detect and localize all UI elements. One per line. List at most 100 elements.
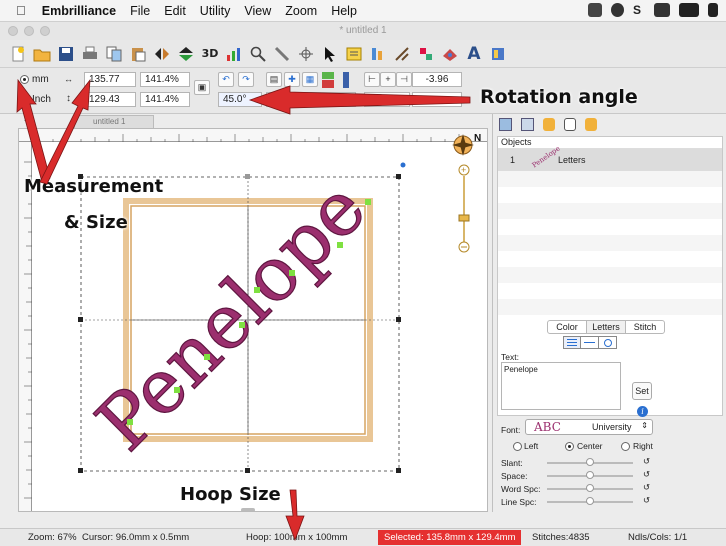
align-right-button[interactable]: ⊣ — [396, 72, 412, 87]
save-icon[interactable] — [56, 44, 76, 64]
text-icon[interactable]: A — [464, 44, 484, 64]
slant-reset-icon[interactable]: ↺ — [643, 456, 650, 467]
slant-knob[interactable] — [586, 458, 594, 466]
object-row[interactable]: 1 Penelope Letters — [498, 144, 722, 171]
stitch-marker — [289, 270, 295, 276]
unlock-icon[interactable] — [564, 118, 576, 131]
open-icon[interactable] — [32, 44, 52, 64]
flip-horizontal-icon[interactable] — [152, 44, 172, 64]
select-arrow-icon[interactable] — [320, 44, 340, 64]
selection-handle-br — [396, 468, 401, 473]
set-button[interactable]: Set — [632, 382, 652, 400]
layout-circle-icon[interactable] — [599, 336, 617, 349]
menu-app[interactable]: Embrilliance — [42, 4, 116, 18]
needle-icon[interactable] — [272, 44, 292, 64]
horizontal-scroll-knob[interactable] — [241, 508, 255, 511]
sequence-icon[interactable] — [368, 44, 388, 64]
grid-button[interactable]: ▦ — [302, 72, 318, 87]
space-reset-icon[interactable]: ↺ — [643, 469, 650, 480]
unit-inch-radio[interactable] — [20, 95, 29, 104]
callout-measurement: Measurement — [24, 176, 164, 197]
tab-untitled-1[interactable]: untitled 1 — [74, 115, 154, 128]
center-button[interactable]: ✚ — [284, 72, 300, 87]
line-space-knob[interactable] — [586, 497, 594, 505]
color-sequence-icon[interactable] — [318, 70, 338, 90]
font-name: University — [592, 422, 632, 432]
sync-icon[interactable] — [611, 3, 624, 17]
chart-icon[interactable] — [224, 44, 244, 64]
empty-row — [498, 267, 722, 283]
align-right-radio[interactable] — [621, 442, 630, 451]
tab-letters[interactable]: Letters — [587, 321, 626, 333]
line-space-reset-icon[interactable]: ↺ — [643, 495, 650, 506]
letters-icon[interactable] — [344, 44, 364, 64]
extra-field-2[interactable] — [266, 92, 356, 107]
display-icon[interactable] — [679, 3, 699, 17]
align-button[interactable]: ▤ — [266, 72, 282, 87]
compass-north-label: N — [474, 133, 481, 144]
flip-vertical-icon[interactable] — [176, 44, 196, 64]
menu-edit[interactable]: Edit — [164, 4, 186, 18]
properties-inspector: Color Letters Stitch Text: Penelope Set … — [497, 320, 723, 508]
new-icon[interactable] — [8, 44, 28, 64]
text-label: Text: — [501, 352, 519, 362]
ungroup-icon[interactable] — [521, 118, 534, 131]
align-left-button[interactable]: ⊢ — [364, 72, 380, 87]
rotation-field[interactable]: 45.0° — [218, 92, 262, 107]
menu-utility[interactable]: Utility — [200, 4, 231, 18]
color-icon[interactable] — [440, 44, 460, 64]
word-space-reset-icon[interactable]: ↺ — [643, 482, 650, 493]
offset-field[interactable]: -3.96 — [412, 72, 462, 87]
paste-icon[interactable] — [128, 44, 148, 64]
height-field[interactable]: 129.43 — [84, 92, 136, 107]
rotate-left-button[interactable]: ↶ — [218, 72, 234, 87]
align-center-radio[interactable] — [565, 442, 574, 451]
height-percent-field[interactable]: 141.4% — [140, 92, 190, 107]
open-lock-icon[interactable] — [585, 118, 597, 131]
unit-mm-radio[interactable] — [20, 75, 29, 84]
tab-scroll-left[interactable]: ◀ — [24, 115, 32, 126]
stitch-marker — [337, 242, 343, 248]
width-field[interactable]: 135.77 — [84, 72, 136, 87]
merge-icon[interactable] — [416, 44, 436, 64]
thread-icon[interactable] — [336, 70, 356, 90]
print-icon[interactable] — [80, 44, 100, 64]
menu-view[interactable]: View — [244, 4, 271, 18]
space-knob[interactable] — [586, 471, 594, 479]
font-select[interactable]: ABC University ⇕ — [525, 419, 653, 435]
library-icon[interactable] — [488, 44, 508, 64]
zoom-icon[interactable] — [248, 44, 268, 64]
align-center-button[interactable]: + — [380, 72, 396, 87]
group-icon[interactable] — [499, 118, 512, 131]
lock-icon[interactable] — [543, 118, 555, 131]
menu-file[interactable]: File — [130, 4, 150, 18]
info-icon[interactable]: i — [637, 406, 648, 417]
battery-icon[interactable] — [708, 3, 718, 17]
text-input[interactable]: Penelope — [501, 362, 621, 410]
layout-lines-icon[interactable] — [563, 336, 581, 349]
3d-view-icon[interactable]: 3D — [200, 44, 220, 64]
script-icon[interactable]: S — [633, 3, 645, 17]
extra-field[interactable] — [364, 92, 410, 107]
align-left-radio[interactable] — [513, 442, 522, 451]
rotate-right-button[interactable]: ↷ — [238, 72, 254, 87]
dropbox-icon[interactable] — [588, 3, 602, 17]
callout-size: & Size — [64, 212, 128, 233]
word-space-knob[interactable] — [586, 484, 594, 492]
apple-icon[interactable]:  — [16, 3, 26, 18]
split-icon[interactable] — [392, 44, 412, 64]
lock-proportions-button[interactable]: ▣ — [194, 80, 210, 95]
tab-color[interactable]: Color — [548, 321, 587, 333]
tab-label: untitled 1 — [93, 117, 126, 126]
menu-help[interactable]: Help — [331, 4, 357, 18]
width-percent-field[interactable]: 141.4% — [140, 72, 190, 87]
layout-line-icon[interactable] — [581, 336, 599, 349]
tab-stitch[interactable]: Stitch — [626, 321, 664, 333]
hoop-icon[interactable] — [296, 44, 316, 64]
copy-icon[interactable] — [104, 44, 124, 64]
callout-rotation-angle: Rotation angle — [480, 86, 638, 108]
menu-zoom[interactable]: Zoom — [285, 4, 317, 18]
offset-field-2[interactable] — [412, 92, 462, 107]
network-icon[interactable] — [654, 3, 670, 17]
stitch-marker — [239, 322, 245, 328]
